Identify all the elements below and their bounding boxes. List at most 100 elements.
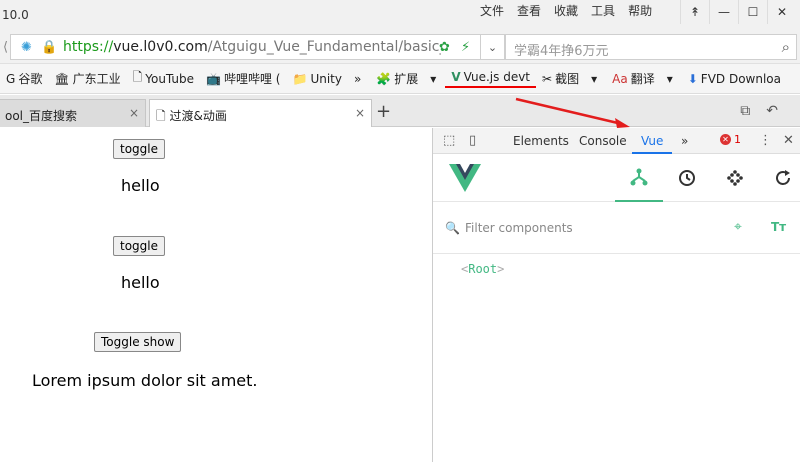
translate-dropdown[interactable]: ▾: [661, 72, 682, 86]
lock-icon: 🔒: [41, 40, 58, 55]
compat-mode-icon[interactable]: ✿: [439, 40, 450, 55]
new-tab-button[interactable]: +: [376, 101, 391, 122]
device-toolbar-icon[interactable]: ▯: [469, 133, 476, 148]
hello-text-2: hello: [121, 273, 160, 292]
tab-strip: ool_百度搜索 × 🗋 过渡&动画 × + ⧉ ↶: [0, 95, 800, 127]
error-icon: ✕: [720, 134, 731, 145]
url-text[interactable]: https://vue.l0v0.com/Atguigu_Vue_Fundame…: [63, 39, 441, 55]
page-viewport: toggle hello toggle hello Toggle show Lo…: [0, 128, 432, 462]
tab-transition-animation[interactable]: 🗋 过渡&动画 ×: [149, 99, 372, 127]
download-icon: ⬇: [687, 71, 698, 86]
bilibili-icon: 📺: [206, 71, 221, 86]
error-badge[interactable]: ✕ 1: [720, 133, 741, 146]
tab-list-icon[interactable]: ⧉: [740, 103, 750, 119]
tab-vue[interactable]: Vue: [641, 134, 663, 148]
page-icon: 🗋: [156, 109, 170, 123]
devtools-toolbar: ⬚ ▯ Elements Console Vue » ✕ 1 ⋮ ✕: [433, 128, 800, 154]
history-tab-icon[interactable]: [663, 154, 711, 202]
extensions-dropdown[interactable]: ▾: [424, 72, 445, 86]
vue-devtools-extension[interactable]: V Vue.js devt: [445, 69, 537, 88]
hello-text-1: hello: [121, 176, 160, 195]
components-tab-icon[interactable]: [615, 154, 663, 202]
bookmarks-overflow[interactable]: »: [348, 72, 370, 86]
filter-components-input[interactable]: Filter components: [465, 221, 573, 235]
inspect-element-icon[interactable]: ⬚: [443, 133, 455, 148]
building-icon: 🏛: [54, 71, 70, 86]
select-component-icon[interactable]: ⌖: [734, 219, 742, 235]
bookmarks-bar: G 谷歌 🏛 广东工业 🗋 YouTube 📺 哔哩哔哩 ( 📁 Unity » 🧩 扩展 …: [0, 64, 800, 94]
close-tab-icon[interactable]: ×: [355, 106, 365, 120]
double-chevron-icon: »: [353, 71, 362, 86]
filter-bar: 🔍 Filter components ⌖ Tт: [433, 203, 800, 254]
tab-label: 🗋 过渡&动画: [156, 109, 227, 123]
chevron-down-icon: ▾: [591, 71, 598, 86]
menu-help[interactable]: 帮助: [625, 4, 655, 18]
search-placeholder: 学霸4年挣6万元: [514, 44, 609, 59]
bookmark-youtube[interactable]: 🗋 YouTube: [127, 68, 200, 89]
close-devtools-icon[interactable]: ✕: [783, 133, 794, 148]
menu-bar: 文件 查看 收藏 工具 帮助: [470, 4, 655, 18]
component-tree: <Root>: [461, 262, 504, 276]
menu-view[interactable]: 查看: [514, 4, 544, 18]
lorem-text: Lorem ipsum dolor sit amet.: [32, 371, 258, 390]
devtools-panel: ⬚ ▯ Elements Console Vue » ✕ 1 ⋮ ✕ 🔍 Filt…: [432, 128, 800, 462]
tab-label: ool_百度搜索: [5, 109, 78, 123]
chevron-down-icon: ▾: [430, 71, 437, 86]
chevron-down-icon: ▾: [666, 71, 673, 86]
url-box[interactable]: ⟨ ✺ 🔒 https://vue.l0v0.com/Atguigu_Vue_F…: [3, 34, 505, 60]
toggle-button-2[interactable]: toggle: [113, 236, 165, 256]
toggle-button-1[interactable]: toggle: [113, 139, 165, 159]
tab-tools: ⧉ ↶: [740, 103, 778, 119]
translate-extension[interactable]: Aa 翻译: [606, 70, 661, 87]
bookmark-gdut[interactable]: 🏛 广东工业: [48, 70, 126, 87]
puzzle-icon: 🧩: [376, 71, 392, 86]
chevron-left-icon[interactable]: ⟨: [3, 40, 8, 55]
bookmark-unity[interactable]: 📁 Unity: [286, 72, 347, 86]
tab-baidu-search[interactable]: ool_百度搜索 ×: [0, 99, 146, 127]
lightning-icon[interactable]: ⚡: [461, 40, 470, 55]
format-names-icon[interactable]: Tт: [771, 220, 786, 234]
vue-logo-icon: V: [451, 69, 461, 84]
menu-favorites[interactable]: 收藏: [551, 4, 581, 18]
performance-tab-icon[interactable]: [711, 154, 759, 202]
url-host: vue.l0v0.com: [113, 39, 208, 55]
screenshot-dropdown[interactable]: ▾: [585, 72, 606, 86]
kebab-menu-icon[interactable]: ⋮: [759, 133, 772, 148]
vue-logo-icon: [449, 164, 481, 192]
address-bar-row: ⟨ ✺ 🔒 https://vue.l0v0.com/Atguigu_Vue_F…: [0, 30, 800, 64]
close-tab-icon[interactable]: ×: [129, 106, 139, 120]
extensions-button[interactable]: 🧩 扩展: [370, 70, 424, 87]
screenshot-extension[interactable]: ✂ 截图: [536, 70, 585, 87]
browser-version: 10.0: [2, 8, 29, 22]
search-box[interactable]: 学霸4年挣6万元 ⌕: [505, 34, 797, 60]
window-controls: ↟ — ☐ ✕: [680, 0, 796, 24]
bookmark-google[interactable]: G 谷歌: [0, 70, 48, 87]
url-scheme: https://: [63, 39, 114, 55]
minimize-button[interactable]: —: [709, 0, 738, 24]
url-dropdown-chevron-icon[interactable]: ⌄: [480, 34, 505, 60]
tree-node-root[interactable]: <Root>: [461, 262, 504, 276]
fvd-downloader-extension[interactable]: ⬇ FVD Downloa: [682, 72, 787, 86]
folder-icon: 📁: [292, 71, 308, 86]
toggle-show-button[interactable]: Toggle show: [94, 332, 182, 352]
restore-button[interactable]: ☐: [738, 0, 767, 24]
title-bar: 10.0 文件 查看 收藏 工具 帮助 ↟ — ☐ ✕: [0, 0, 800, 30]
google-icon: G: [6, 71, 16, 86]
translate-icon: Aa: [612, 71, 628, 86]
more-tabs-icon[interactable]: »: [681, 134, 688, 148]
reload-spinner-icon[interactable]: ✺: [21, 40, 32, 55]
search-icon[interactable]: ⌕: [782, 38, 790, 56]
url-path: /Atguigu_Vue_Fundamental/basic_: [207, 39, 441, 55]
tab-console[interactable]: Console: [579, 134, 627, 148]
refresh-icon[interactable]: [759, 154, 800, 202]
pin-icon[interactable]: ↟: [680, 0, 709, 24]
undo-close-icon[interactable]: ↶: [766, 103, 778, 119]
menu-file[interactable]: 文件: [477, 4, 507, 18]
tab-elements[interactable]: Elements: [513, 134, 569, 148]
search-icon: 🔍: [445, 221, 460, 235]
bookmark-bilibili[interactable]: 📺 哔哩哔哩 (: [200, 70, 286, 87]
vue-devtools-header: [433, 154, 800, 202]
scissors-icon: ✂: [542, 71, 553, 86]
close-window-button[interactable]: ✕: [767, 0, 796, 24]
menu-tools[interactable]: 工具: [588, 4, 618, 18]
